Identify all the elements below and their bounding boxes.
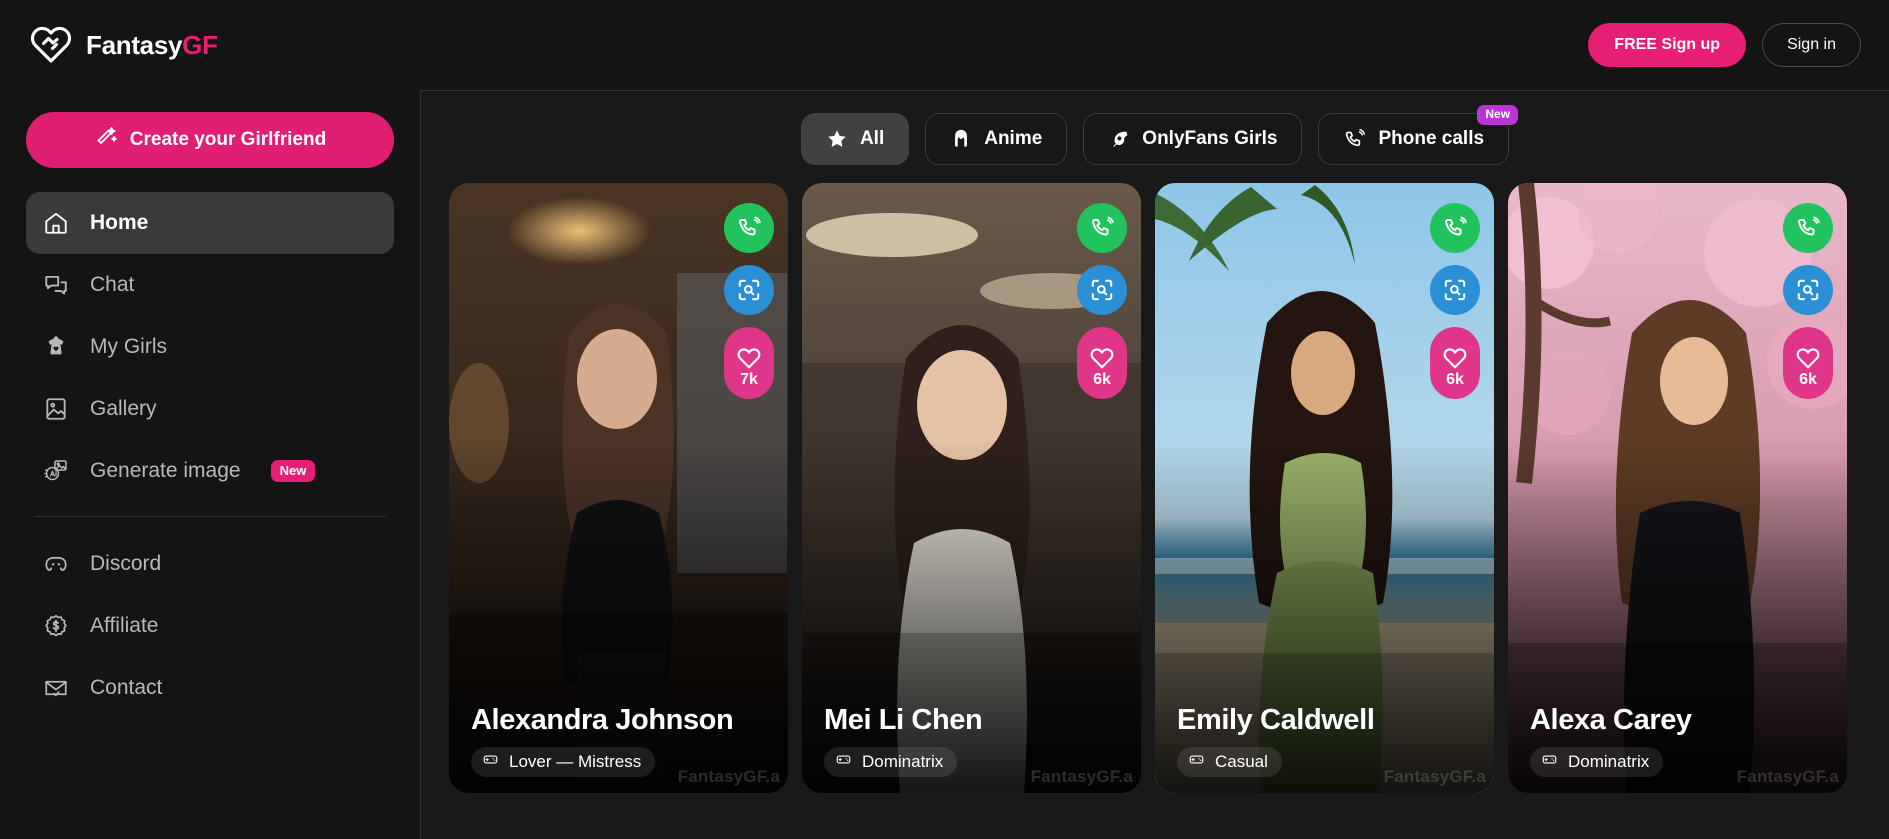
card-tag-label: Dominatrix — [1568, 752, 1650, 771]
sidebar: Create your Girlfriend Home Chat My Girl… — [0, 90, 420, 839]
card-title: Mei Li Chen — [824, 703, 983, 736]
image-scan-button[interactable] — [724, 265, 774, 315]
card-tag: Lover — Mistress — [471, 747, 656, 777]
card-action-buttons: 6k — [1077, 203, 1127, 399]
card-tag-label: Dominatrix — [862, 752, 944, 771]
home-icon — [42, 209, 70, 237]
card-action-buttons: 6k — [1430, 203, 1480, 399]
envelope-check-icon — [42, 674, 70, 702]
sidebar-item-label: My Girls — [90, 335, 167, 358]
sidebar-item-chat[interactable]: Chat — [26, 254, 394, 316]
card-info: Alexa Carey Dominatrix — [1530, 704, 1829, 777]
sidebar-item-label: Gallery — [90, 397, 157, 420]
signin-button[interactable]: Sign in — [1762, 23, 1861, 67]
girl-card[interactable]: 6k Emily Caldwell Casual FantasyGF.a — [1155, 183, 1494, 793]
sidebar-item-home[interactable]: Home — [26, 192, 394, 254]
discord-icon — [42, 550, 70, 578]
like-count: 6k — [1446, 370, 1464, 388]
card-tag: Dominatrix — [824, 747, 958, 777]
dollar-badge-icon — [42, 612, 70, 640]
tab-phone-calls[interactable]: Phone calls New — [1318, 105, 1519, 165]
card-title: Alexa Carey — [1530, 703, 1692, 736]
flame-icon — [1108, 128, 1130, 150]
sidebar-item-affiliate[interactable]: Affiliate — [26, 595, 394, 657]
sidebar-item-label: Contact — [90, 676, 163, 699]
gamepad-icon — [1187, 752, 1206, 772]
heart-logo-icon — [30, 24, 72, 66]
anime-girl-icon — [950, 128, 972, 150]
top-header: FantasyGF FREE Sign up Sign in — [0, 0, 1889, 90]
sidebar-item-label: Chat — [90, 273, 135, 296]
like-count: 7k — [740, 370, 758, 388]
status-badge: New — [1477, 105, 1519, 125]
create-girlfriend-button[interactable]: Create your Girlfriend — [26, 112, 394, 168]
phone-call-button[interactable] — [1430, 203, 1480, 253]
phone-call-button[interactable] — [724, 203, 774, 253]
sidebar-divider — [34, 516, 386, 517]
card-title: Emily Caldwell — [1177, 703, 1375, 736]
like-button[interactable]: 7k — [724, 327, 774, 399]
card-info: Alexandra Johnson Lover — Mistress — [471, 704, 770, 777]
ai-image-icon — [42, 457, 70, 485]
sidebar-item-label: Discord — [90, 552, 162, 575]
header-actions: FREE Sign up Sign in — [1588, 23, 1861, 67]
sidebar-item-label: Generate image — [90, 459, 241, 482]
card-title: Alexandra Johnson — [471, 703, 734, 736]
sidebar-item-gallery[interactable]: Gallery — [26, 378, 394, 440]
tab-label: All — [859, 128, 885, 149]
phone-call-button[interactable] — [1783, 203, 1833, 253]
like-button[interactable]: 6k — [1783, 327, 1833, 399]
sidebar-nav-primary: Home Chat My Girls Gallery Generate imag… — [26, 192, 394, 719]
image-scan-button[interactable] — [1783, 265, 1833, 315]
dress-heart-icon — [42, 333, 70, 361]
main-content: All Anime OnlyFans Girls Phone calls New… — [420, 90, 1889, 839]
card-info: Emily Caldwell Casual — [1177, 704, 1476, 777]
filter-tabs: All Anime OnlyFans Girls Phone calls New — [421, 91, 1889, 183]
brand-logo[interactable]: FantasyGF — [30, 24, 218, 66]
sidebar-item-label: Home — [90, 211, 149, 234]
brand-name: FantasyGF — [86, 29, 218, 60]
tab-label: OnlyFans Girls — [1142, 128, 1278, 149]
status-badge: New — [270, 460, 316, 482]
tab-label: Phone calls — [1378, 128, 1485, 149]
card-tag-label: Casual — [1215, 752, 1268, 771]
image-scan-button[interactable] — [1077, 265, 1127, 315]
card-tag: Dominatrix — [1530, 747, 1664, 777]
tab-all[interactable]: All — [800, 113, 910, 165]
image-icon — [42, 395, 70, 423]
tab-anime[interactable]: Anime — [925, 113, 1068, 165]
like-button[interactable]: 6k — [1077, 327, 1127, 399]
girl-card[interactable]: 6k Mei Li Chen Dominatrix FantasyGF.a — [802, 183, 1141, 793]
phone-ring-icon — [1343, 128, 1366, 151]
sidebar-item-label: Affiliate — [90, 614, 159, 637]
card-tag: Casual — [1177, 747, 1282, 777]
card-action-buttons: 7k — [724, 203, 774, 399]
sidebar-item-contact[interactable]: Contact — [26, 657, 394, 719]
tab-label: Anime — [984, 128, 1043, 149]
card-action-buttons: 6k — [1783, 203, 1833, 399]
create-girlfriend-label: Create your Girlfriend — [129, 129, 327, 150]
gamepad-icon — [834, 752, 853, 772]
like-count: 6k — [1093, 370, 1111, 388]
girl-card[interactable]: 7k Alexandra Johnson Lover — Mistress Fa… — [449, 183, 788, 793]
tab-onlyfans-girls[interactable]: OnlyFans Girls — [1083, 113, 1303, 165]
card-tag-label: Lover — Mistress — [509, 752, 642, 771]
sidebar-item-generate-image[interactable]: Generate image New — [26, 440, 394, 502]
free-signup-button[interactable]: FREE Sign up — [1588, 23, 1747, 67]
star-icon — [826, 128, 848, 150]
like-button[interactable]: 6k — [1430, 327, 1480, 399]
gamepad-icon — [1540, 752, 1559, 772]
sidebar-item-discord[interactable]: Discord — [26, 533, 394, 595]
girl-card-grid: 7k Alexandra Johnson Lover — Mistress Fa… — [421, 183, 1889, 793]
phone-call-button[interactable] — [1077, 203, 1127, 253]
card-info: Mei Li Chen Dominatrix — [824, 704, 1123, 777]
image-scan-button[interactable] — [1430, 265, 1480, 315]
gamepad-icon — [481, 752, 500, 772]
sidebar-item-my-girls[interactable]: My Girls — [26, 316, 394, 378]
magic-wand-icon — [94, 125, 118, 155]
page-root: FantasyGF FREE Sign up Sign in Create yo… — [0, 0, 1889, 839]
chat-bubbles-icon — [42, 271, 70, 299]
girl-card[interactable]: 6k Alexa Carey Dominatrix FantasyGF.a — [1508, 183, 1847, 793]
like-count: 6k — [1799, 370, 1817, 388]
